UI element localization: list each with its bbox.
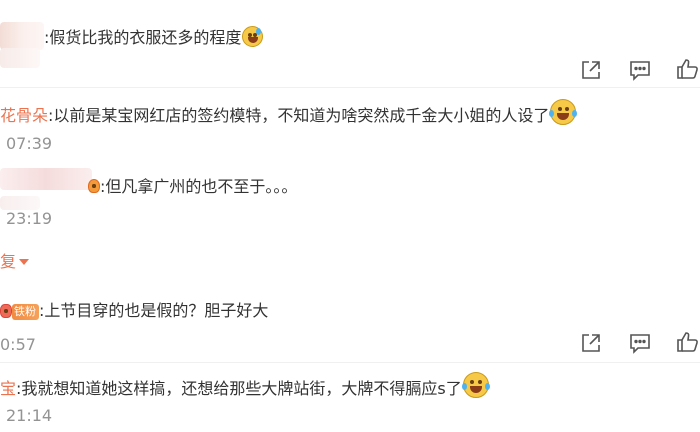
avatar-blurred [0,168,92,190]
heart-badge-icon [0,304,12,318]
grinning-sweat-emoji-icon [242,26,264,47]
comment-author[interactable]: 宝 [0,379,16,398]
divider [0,87,700,88]
caret-down-icon [19,259,30,265]
comment-timestamp: 0:57 [0,335,36,354]
fire-icon [88,179,100,193]
comment-text: :但凡拿广州的也不至于。。。 [88,176,297,198]
comment-text: 花骨朵:以前是某宝网红店的签约模特，不知道为啥突然成千金大小姐的人设了 [0,99,578,127]
share-icon[interactable] [579,331,603,355]
divider [0,362,700,363]
share-icon[interactable] [579,58,603,82]
tears-of-joy-emoji-icon [461,372,490,398]
comment-text: :假货比我的衣服还多的程度 [44,26,264,49]
comment-body: :上节目穿的也是假的？胆子好大 [39,301,269,320]
like-icon[interactable] [676,57,700,81]
expand-label: 复 [0,252,17,271]
comment-text: 铁粉:上节目穿的也是假的？胆子好大 [0,300,268,322]
comment-author[interactable]: 花骨朵 [0,106,48,125]
comment-body: :我就想知道她这样搞，还想给那些大牌站街，大牌不得膈应s了 [16,379,462,398]
comment-body: :以前是某宝网红店的签约模特，不知道为啥突然成千金大小姐的人设了 [48,106,550,125]
comment-timestamp: 23:19 [6,209,53,228]
avatar-blurred [0,196,40,210]
comment-icon[interactable] [628,58,652,82]
avatar-blurred [0,22,44,50]
fan-badge: 铁粉 [12,304,39,320]
comment-icon[interactable] [628,331,652,355]
comment-timestamp: 21:14 [6,406,53,425]
comment-timestamp: 07:39 [6,134,53,153]
comment-text: 宝:我就想知道她这样搞，还想给那些大牌站街，大牌不得膈应s了 [0,372,490,400]
like-icon[interactable] [676,330,700,354]
comment-body: 假货比我的衣服还多的程度 [49,28,242,47]
avatar-blurred [0,48,40,68]
expand-replies-link[interactable]: 复 [0,252,30,272]
tears-of-joy-emoji-icon [549,99,578,125]
comment-body: :但凡拿广州的也不至于。。。 [100,177,298,196]
